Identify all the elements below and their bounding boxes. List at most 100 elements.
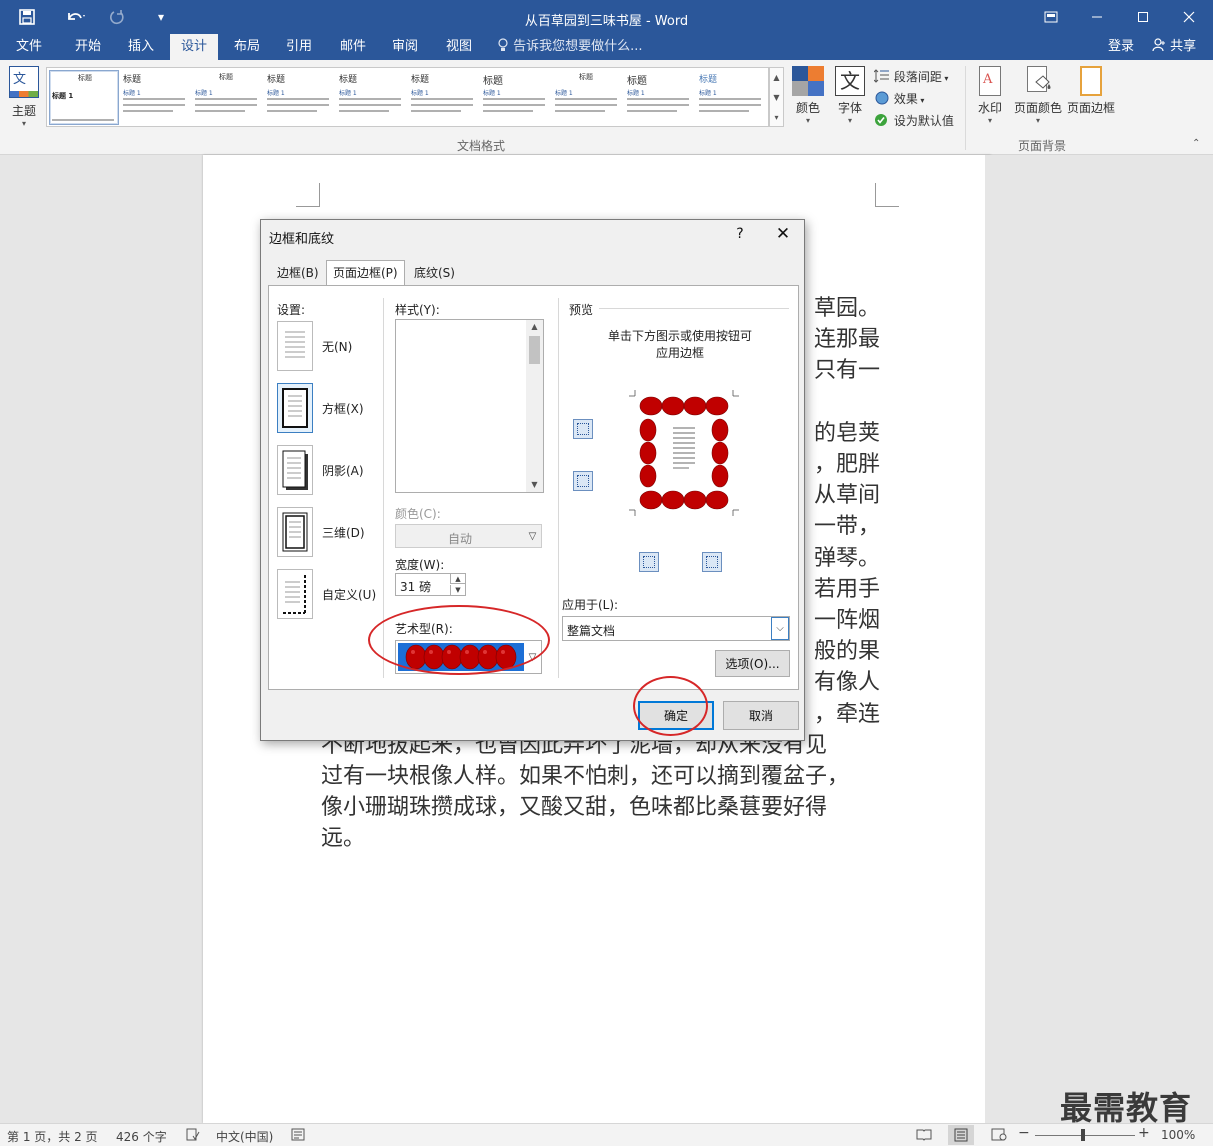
chevron-down-icon: ⌵ — [771, 617, 789, 640]
web-layout-icon[interactable] — [991, 1128, 1007, 1144]
tab-design[interactable]: 设计 — [170, 34, 218, 60]
word-count[interactable]: 426 个字 — [116, 1128, 167, 1145]
top-border-toggle-icon[interactable] — [573, 419, 593, 439]
tell-me-box[interactable]: 告诉我您想要做什么... — [497, 34, 643, 60]
style-set-item[interactable]: 标题 标题 1 — [337, 70, 407, 125]
watermark-button[interactable]: A 水印 ▾ — [972, 66, 1008, 132]
read-mode-icon[interactable] — [916, 1128, 932, 1144]
macro-icon[interactable] — [291, 1128, 305, 1144]
group-document-format: 文档格式 — [457, 139, 506, 153]
color-dropdown[interactable]: 自动 ▽ — [395, 524, 542, 548]
setting-3d-label[interactable]: 三维(D) — [322, 524, 365, 541]
tab-layout[interactable]: 布局 — [224, 34, 270, 60]
bottom-border-toggle-icon[interactable] — [573, 471, 593, 491]
ribbon-tabs: 文件 开始 插入 设计 布局 引用 邮件 审阅 视图 告诉我您想要做什么... … — [0, 34, 1213, 60]
colors-button[interactable]: 颜色 ▾ — [790, 66, 826, 132]
tab-mailings[interactable]: 邮件 — [330, 34, 376, 60]
setting-box-icon[interactable] — [277, 383, 313, 433]
fonts-button[interactable]: 文 字体 ▾ — [832, 66, 868, 132]
stepper-up-icon[interactable]: ▲ — [450, 574, 465, 584]
chevron-up-icon[interactable]: ▲ — [526, 320, 543, 334]
zoom-level[interactable]: 100% — [1161, 1128, 1195, 1142]
tab-insert[interactable]: 插入 — [118, 34, 164, 60]
minimize-icon[interactable] — [1074, 4, 1120, 30]
tab-shading[interactable]: 底纹(S) — [408, 263, 461, 285]
style-set-item[interactable]: 标题 标题 1 — [193, 70, 263, 125]
set-as-default-button[interactable]: 设为默认值 — [874, 112, 954, 129]
window-close-icon[interactable] — [1166, 4, 1212, 30]
style-list[interactable]: ▲ ▼ — [395, 319, 544, 493]
tab-references[interactable]: 引用 — [276, 34, 322, 60]
page-borders-button[interactable]: 页面边框 — [1064, 66, 1118, 132]
chevron-down-icon[interactable]: ▼ — [770, 88, 783, 108]
page-color-label: 页面颜色 — [1013, 101, 1062, 115]
style-set-item[interactable]: 标题 标题 1 — [697, 70, 767, 125]
setting-custom-label[interactable]: 自定义(U) — [322, 586, 376, 603]
gallery-more-icon[interactable]: ▾ — [770, 108, 783, 128]
tell-me-text: 告诉我您想要做什么... — [513, 39, 643, 54]
share-label: 共享 — [1170, 39, 1197, 54]
style-set-item[interactable]: 标题 标题 1 — [481, 70, 551, 125]
highlight-ok-button — [633, 676, 708, 736]
ribbon-display-icon[interactable] — [1028, 4, 1074, 30]
maximize-icon[interactable] — [1120, 4, 1166, 30]
left-border-toggle-icon[interactable] — [639, 552, 659, 572]
tab-view[interactable]: 视图 — [436, 34, 482, 60]
setting-box-label[interactable]: 方框(X) — [322, 400, 364, 417]
tab-page-border[interactable]: 页面边框(P) — [326, 260, 405, 286]
options-button[interactable]: 选项(O)... — [715, 650, 790, 677]
zoom-thumb[interactable] — [1081, 1129, 1085, 1141]
language-indicator[interactable]: 中文(中国) — [216, 1128, 273, 1145]
help-icon[interactable]: ? — [731, 226, 749, 246]
sign-in-link[interactable]: 登录 — [1108, 34, 1134, 60]
document-line: 远。 — [321, 826, 366, 852]
width-stepper[interactable]: 31 磅 ▲ ▼ — [395, 573, 466, 596]
paragraph-spacing-button[interactable]: 段落间距 ▾ — [873, 68, 948, 85]
person-icon — [1152, 38, 1170, 54]
setting-3d-icon[interactable] — [277, 507, 313, 557]
page-count[interactable]: 第 1 页，共 2 页 — [7, 1128, 98, 1145]
proofing-icon[interactable] — [186, 1128, 200, 1144]
tab-file[interactable]: 文件 — [6, 34, 52, 60]
tab-borders[interactable]: 边框(B) — [271, 263, 325, 285]
setting-shadow-icon[interactable] — [277, 445, 313, 495]
right-border-toggle-icon[interactable] — [702, 552, 722, 572]
effects-button[interactable]: 效果 ▾ — [874, 90, 924, 107]
page-color-button[interactable]: 页面颜色 ▾ — [1010, 66, 1066, 132]
cancel-button[interactable]: 取消 — [723, 701, 799, 730]
style-list-scrollbar[interactable]: ▲ ▼ — [526, 320, 543, 492]
lightbulb-icon — [497, 38, 513, 54]
scroll-thumb[interactable] — [529, 336, 540, 364]
effects-icon — [874, 91, 894, 106]
zoom-out-icon[interactable]: − — [1018, 1125, 1030, 1141]
themes-button[interactable]: 文 主题 ▾ — [6, 64, 42, 134]
share-button[interactable]: 共享 — [1148, 34, 1196, 60]
checkmark-icon — [874, 114, 894, 128]
gallery-scroller[interactable]: ▲ ▼ ▾ — [769, 67, 784, 127]
setting-none-icon[interactable] — [277, 321, 313, 371]
setting-shadow-label[interactable]: 阴影(A) — [322, 462, 364, 479]
tab-review[interactable]: 审阅 — [382, 34, 428, 60]
style-set-item[interactable]: 标题 标题 1 — [625, 70, 695, 125]
zoom-slider[interactable] — [1035, 1135, 1135, 1136]
style-set-item[interactable]: 标题 标题 1 — [265, 70, 335, 125]
close-icon[interactable]: ✕ — [771, 224, 795, 246]
style-set-item[interactable]: 标题 标题 1 — [409, 70, 479, 125]
page-color-icon — [1023, 66, 1053, 96]
chevron-up-icon[interactable]: ▲ — [770, 68, 783, 88]
tab-home[interactable]: 开始 — [64, 34, 112, 60]
ribbon: 文 主题 ▾ 标题 标题 1 标题 标题 1 标题 标题 1 标题 标题 1 标… — [0, 60, 1213, 155]
width-label: 宽度(W): — [395, 558, 445, 572]
preview-diagram[interactable] — [629, 386, 739, 520]
print-layout-icon[interactable] — [948, 1125, 974, 1145]
setting-none-label[interactable]: 无(N) — [322, 338, 352, 355]
style-set-item[interactable]: 标题 标题 1 — [49, 70, 119, 125]
apply-to-dropdown[interactable]: 整篇文档 ⌵ — [562, 616, 790, 641]
stepper-down-icon[interactable]: ▼ — [450, 585, 465, 595]
style-set-item[interactable]: 标题 标题 1 — [553, 70, 623, 125]
collapse-ribbon-icon[interactable]: ⌃ — [1192, 138, 1200, 149]
style-set-item[interactable]: 标题 标题 1 — [121, 70, 191, 125]
chevron-down-icon[interactable]: ▼ — [526, 478, 543, 492]
vertical-scrollbar[interactable] — [985, 155, 999, 1123]
setting-custom-icon[interactable] — [277, 569, 313, 619]
